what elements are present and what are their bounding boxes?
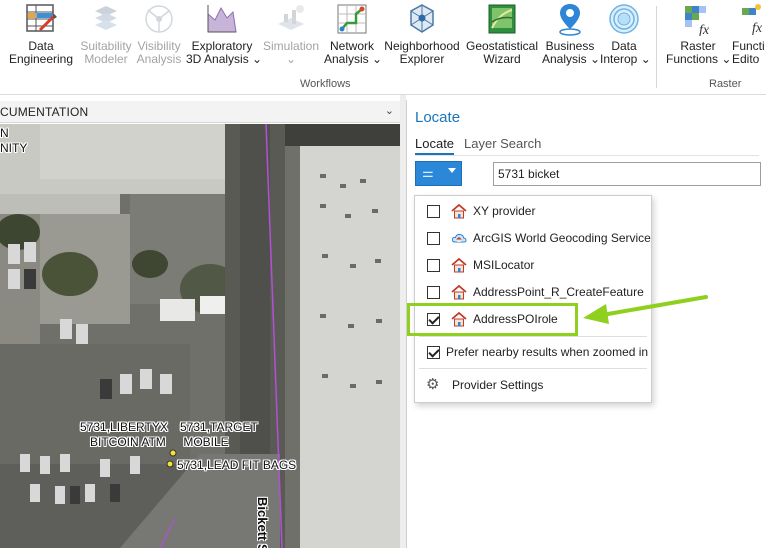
annotation-arrow-icon xyxy=(583,295,708,324)
function-editor-icon: fx xyxy=(738,2,766,36)
provider-label: MSILocator xyxy=(473,258,535,272)
suitability-modeler-button[interactable]: Suitability Modeler xyxy=(78,2,134,70)
geostatistical-wizard-button[interactable]: Geostatistical Wizard xyxy=(464,2,540,70)
map-view-title: CUMENTATION xyxy=(0,105,89,119)
prefer-nearby-option[interactable]: Prefer nearby results when zoomed in xyxy=(415,340,651,364)
provider-item-msilocator[interactable]: MSILocator xyxy=(415,253,651,277)
data-interop-label: Data Interop ⌄ xyxy=(600,39,651,66)
house-locator-icon xyxy=(451,258,467,273)
data-engineering-icon xyxy=(24,2,58,36)
provider-label: XY provider xyxy=(473,204,536,218)
network-analysis-label: Network Analysis ⌄ xyxy=(324,39,383,66)
suitability-modeler-label: Suitability Modeler xyxy=(80,39,132,66)
data-engineering-button[interactable]: Data Engineering xyxy=(6,2,76,70)
provider-settings-item[interactable]: ⚙ Provider Settings xyxy=(415,373,651,397)
data-interop-button[interactable]: Data Interop ⌄ xyxy=(600,2,651,70)
raster-group-label: Raster xyxy=(709,78,742,90)
visibility-analysis-label: Visibility Analysis xyxy=(136,39,182,66)
house-locator-icon xyxy=(451,204,467,219)
ribbon: Data Engineering Suitability Modeler Vis… xyxy=(0,0,766,95)
aerial-imagery xyxy=(0,124,400,548)
suitability-modeler-icon xyxy=(89,2,123,36)
neighborhood-explorer-icon xyxy=(405,2,439,36)
network-analysis-button[interactable]: Network Analysis ⌄ xyxy=(324,2,383,70)
provider-checkbox[interactable] xyxy=(427,286,440,299)
poi-label-target-mobile: 5731,TARGET MOBILE xyxy=(180,420,258,449)
sliders-icon: ⚌ xyxy=(422,165,434,180)
tab-locate[interactable]: Locate xyxy=(415,136,455,155)
geostatistical-wizard-label: Geostatistical Wizard xyxy=(465,39,539,66)
business-analysis-label: Business Analysis ⌄ xyxy=(542,39,601,66)
network-analysis-icon xyxy=(335,2,369,36)
provider-label: ArcGIS World Geocoding Service xyxy=(473,231,651,245)
visibility-analysis-button[interactable]: Visibility Analysis xyxy=(134,2,184,70)
data-engineering-label: Data Engineering xyxy=(8,39,74,66)
provider-item-world-geocoding[interactable]: ArcGIS World Geocoding Service xyxy=(415,226,651,250)
locate-pane-title: Locate xyxy=(415,109,461,126)
chevron-down-icon[interactable]: ⌄ xyxy=(385,104,394,117)
provider-checkbox[interactable] xyxy=(427,205,440,218)
map-corner-label: N NITY xyxy=(0,126,28,155)
neighborhood-explorer-button[interactable]: Neighborhood Explorer xyxy=(382,2,462,70)
svg-text:fx: fx xyxy=(752,21,763,36)
chevron-down-icon xyxy=(448,168,456,173)
poi-label-lead-fit-bags: 5731,LEAD FIT BAGS xyxy=(177,458,297,472)
cloud-locator-icon xyxy=(451,233,467,243)
svg-text:fx: fx xyxy=(699,23,710,36)
data-interop-icon xyxy=(607,2,641,36)
group-separator xyxy=(656,6,657,88)
neighborhood-explorer-label: Neighborhood Explorer xyxy=(384,39,460,66)
provider-item-xy[interactable]: XY provider xyxy=(415,199,651,223)
prefer-nearby-label: Prefer nearby results when zoomed in xyxy=(446,345,649,359)
workflows-group-label: Workflows xyxy=(300,78,351,90)
prefer-nearby-checkbox[interactable] xyxy=(427,346,440,359)
provider-settings-label: Provider Settings xyxy=(452,378,544,392)
house-locator-icon xyxy=(451,285,467,300)
geostatistical-wizard-icon xyxy=(485,2,519,36)
map-canvas[interactable]: N NITY 5731,LIBERTYX BITCOIN ATM 5731,TA… xyxy=(0,124,400,548)
dropdown-divider xyxy=(419,336,647,337)
exploratory-3d-analysis-button[interactable]: Exploratory 3D Analysis ⌄ xyxy=(186,2,263,70)
provider-checkbox[interactable] xyxy=(427,232,440,245)
tab-layer-search[interactable]: Layer Search xyxy=(464,136,541,151)
gear-icon: ⚙ xyxy=(426,376,440,393)
exploratory-3d-icon xyxy=(205,2,239,36)
business-analysis-button[interactable]: Business Analysis ⌄ xyxy=(542,2,601,70)
function-editor-label: Functi Edito xyxy=(732,39,765,66)
function-editor-button[interactable]: fx Functi Edito xyxy=(732,2,766,70)
map-view-tab[interactable]: CUMENTATION ⌄ xyxy=(0,101,400,123)
poi-label-libertyx: 5731,LIBERTYX BITCOIN ATM xyxy=(80,420,168,449)
locate-search-input[interactable] xyxy=(493,162,761,186)
tab-divider xyxy=(415,155,759,156)
exploratory-3d-analysis-label: Exploratory 3D Analysis ⌄ xyxy=(186,39,263,66)
business-analysis-icon xyxy=(553,2,587,36)
street-label-bickett: Bickett St xyxy=(255,497,270,548)
provider-filter-button[interactable]: ⚌ xyxy=(415,161,462,186)
simulation-label: Simulation ⌄ xyxy=(262,39,320,66)
provider-checkbox[interactable] xyxy=(427,259,440,272)
annotation-highlight-box xyxy=(407,303,578,336)
raster-functions-label: Raster Functions ⌄ xyxy=(666,39,732,66)
visibility-analysis-icon xyxy=(142,2,176,36)
simulation-icon xyxy=(274,2,308,36)
dropdown-divider xyxy=(419,368,647,369)
simulation-button[interactable]: Simulation ⌄ xyxy=(260,2,322,70)
raster-functions-icon: fx xyxy=(681,2,715,38)
raster-functions-button[interactable]: fx Raster Functions ⌄ xyxy=(666,2,732,70)
